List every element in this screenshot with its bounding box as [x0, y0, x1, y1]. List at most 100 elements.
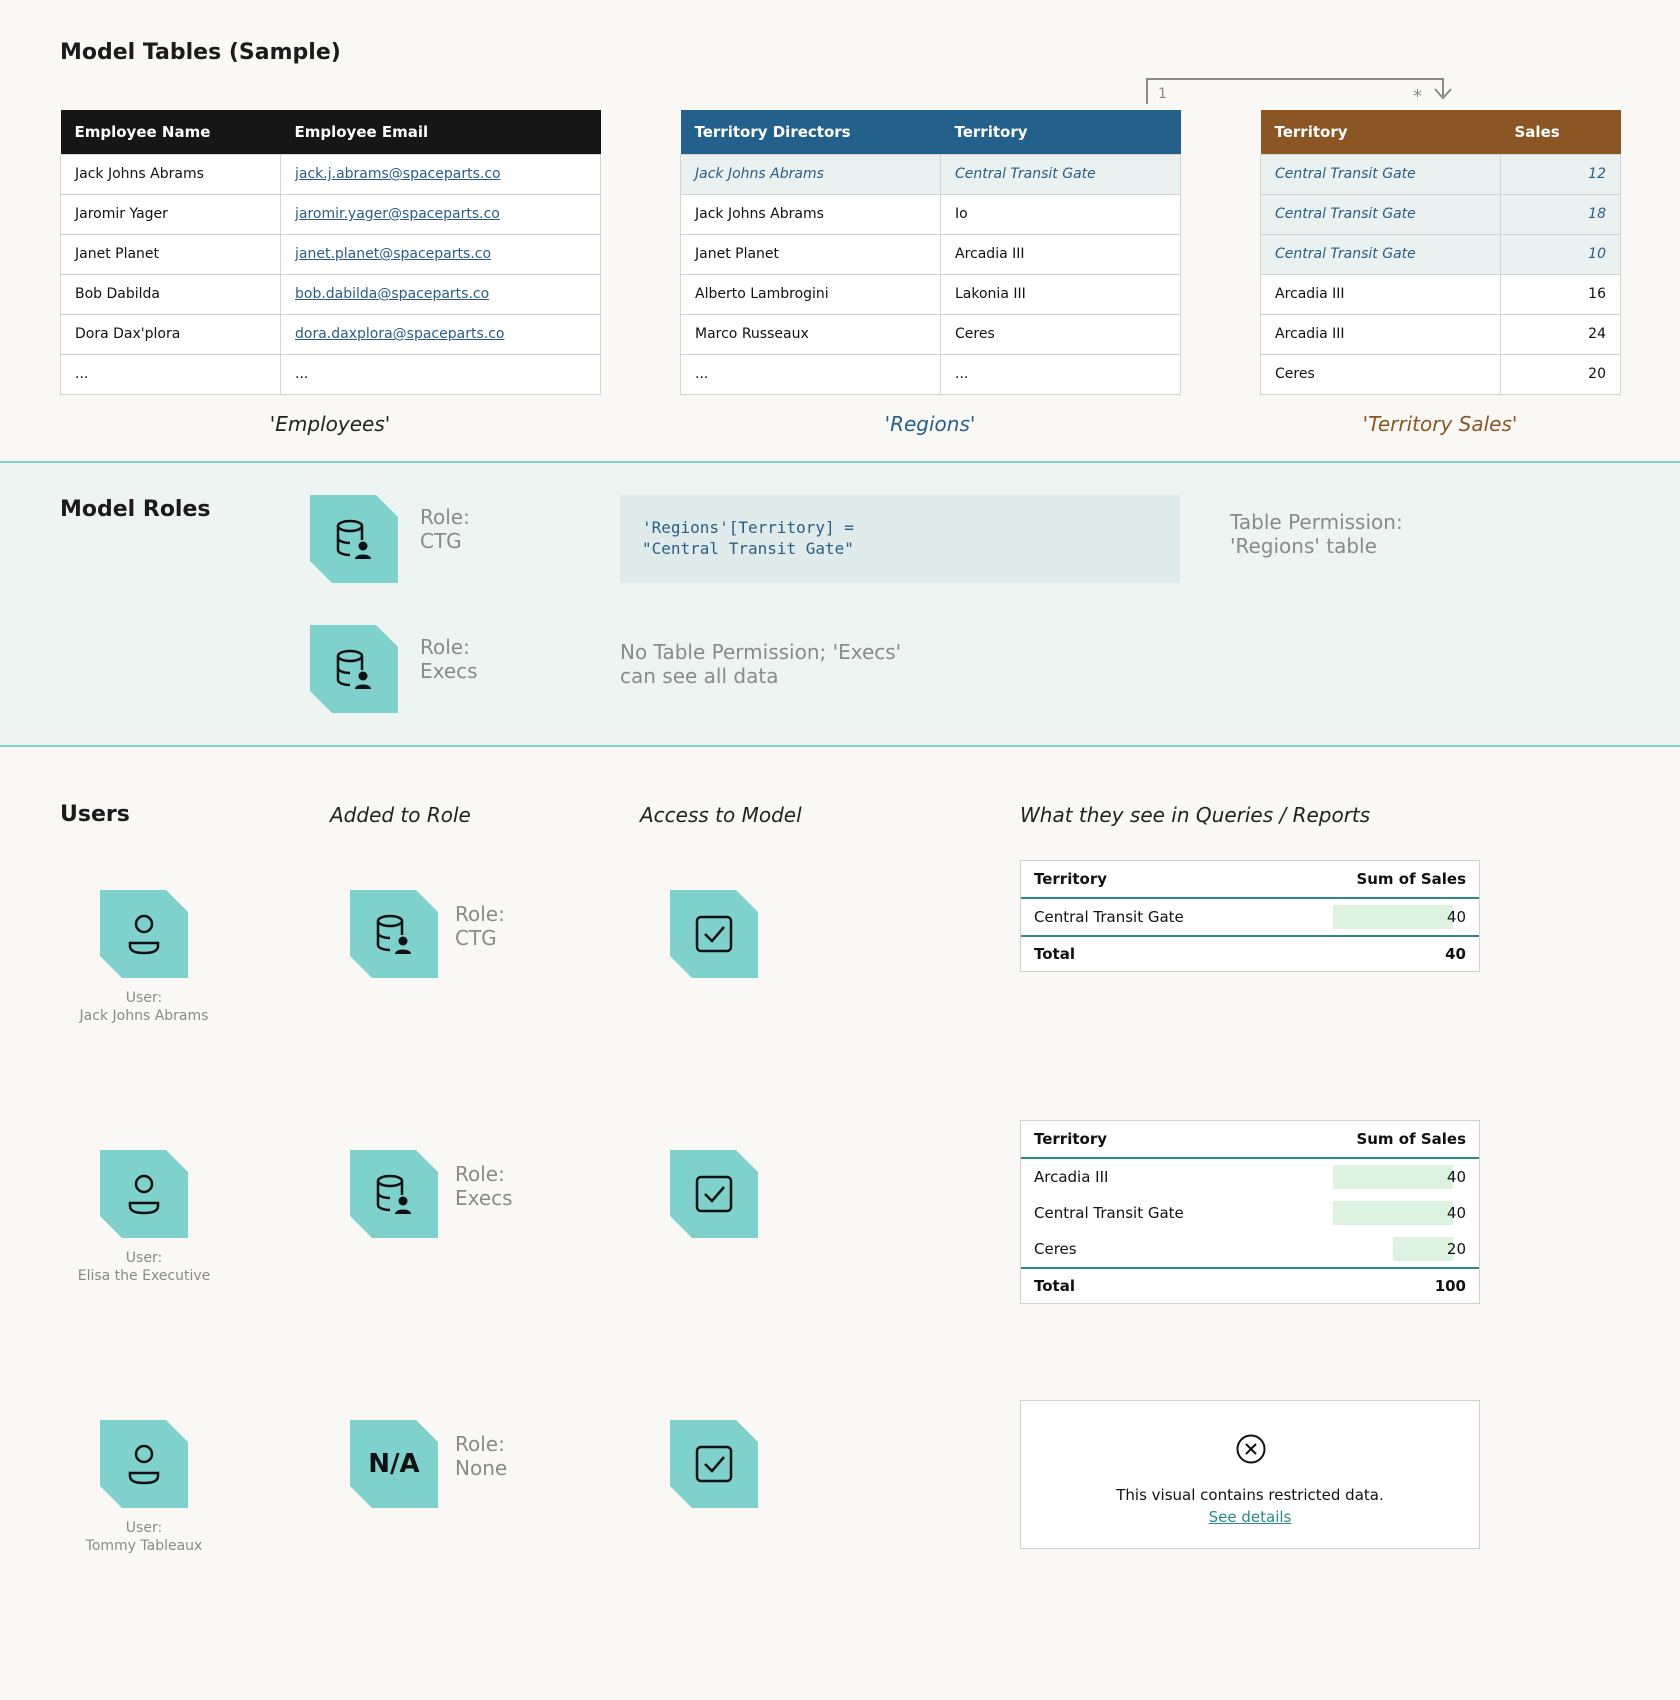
relationship-one-label: 1	[1158, 86, 1167, 102]
col-added-to-role: Added to Role	[330, 803, 471, 827]
sales-value: 20	[1500, 353, 1621, 395]
role-label-prefix: Role:	[420, 635, 470, 659]
role-label-name: None	[455, 1456, 508, 1480]
sales-value: 10	[1500, 233, 1621, 275]
sales-territory: Arcadia III	[1260, 273, 1501, 315]
table-row: Ceres 20	[1260, 353, 1621, 395]
sales-territory: Central Transit Gate	[1260, 233, 1501, 275]
role-execs-label: Role: Execs	[420, 635, 478, 683]
user-label: User: Jack Johns Abrams	[44, 989, 244, 1025]
region-director: Alberto Lambrogini	[680, 273, 941, 315]
sales-value: 16	[1500, 273, 1621, 315]
employee-email-link[interactable]: jack.j.abrams@spaceparts.co	[295, 166, 501, 182]
user-label: User: Elisa the Executive	[44, 1249, 244, 1285]
no-permission-line-2: can see all data	[620, 664, 779, 688]
database-user-icon	[376, 914, 411, 954]
employee-email: ...	[280, 353, 601, 395]
close-circle-icon	[1236, 1434, 1266, 1464]
employee-name: ...	[60, 353, 281, 395]
visual-header: Territory Sum of Sales	[1021, 861, 1479, 899]
sales-value: 24	[1500, 313, 1621, 355]
visual-row-value: 40	[1446, 908, 1466, 926]
user-icon	[128, 1444, 160, 1485]
region-territory: Ceres	[940, 313, 1181, 355]
filter-line-1: 'Regions'[Territory] =	[642, 518, 854, 537]
restricted-visual: This visual contains restricted data. Se…	[1020, 1400, 1480, 1549]
region-territory: ...	[940, 353, 1181, 395]
user-tile	[100, 1150, 188, 1238]
user-name: Tommy Tableaux	[85, 1538, 203, 1554]
database-user-icon	[336, 649, 371, 689]
data-bar	[1333, 1165, 1453, 1189]
region-director: Jack Johns Abrams	[680, 193, 941, 235]
region-director: Janet Planet	[680, 233, 941, 275]
employee-email-link[interactable]: jaromir.yager@spaceparts.co	[295, 206, 500, 222]
region-director: Jack Johns Abrams	[680, 153, 941, 195]
visual-row-label: Ceres	[1034, 1240, 1077, 1258]
table-row: ......	[60, 353, 601, 395]
table-row: Arcadia III 40	[1021, 1159, 1479, 1195]
region-director: Marco Russeaux	[680, 313, 941, 355]
employees-header-email: Employee Email	[294, 122, 429, 141]
territory-sales-caption: 'Territory Sales'	[1362, 412, 1518, 436]
checkbox-checked-icon	[695, 1445, 733, 1483]
user-tile	[100, 1420, 188, 1508]
table-row: Central Transit Gate 40	[1021, 899, 1479, 935]
role-label-prefix: Role:	[455, 1162, 505, 1186]
table-row: Jaromir Yager jaromir.yager@spaceparts.co	[60, 193, 601, 235]
col-access-to-model: Access to Model	[640, 803, 802, 827]
user-role-tile	[350, 1150, 438, 1238]
employee-email-link[interactable]: bob.dabilda@spaceparts.co	[295, 286, 489, 302]
na-label: N/A	[368, 1449, 420, 1479]
sales-territory: Central Transit Gate	[1260, 193, 1501, 235]
no-permission-line-1: No Table Permission; 'Execs'	[620, 640, 902, 664]
visual-total-row: Total 100	[1021, 1267, 1479, 1303]
employees-table: Employee Name Employee Email Jack Johns …	[60, 110, 601, 395]
visual-header-territory: Territory	[1034, 870, 1108, 888]
table-row: Janet Planet janet.planet@spaceparts.co	[60, 233, 601, 275]
table-row: Central Transit Gate 18	[1260, 193, 1621, 235]
restricted-message: This visual contains restricted data.	[1116, 1486, 1384, 1504]
sales-header-sales: Sales	[1514, 122, 1560, 141]
employee-name: Janet Planet	[60, 233, 281, 275]
user-label-prefix: User:	[125, 1250, 163, 1266]
table-row: Jack Johns Abrams Central Transit Gate	[680, 153, 1181, 195]
table-permission-note: Table Permission: 'Regions' table	[1230, 510, 1403, 558]
database-user-icon	[376, 1174, 411, 1214]
see-details-link[interactable]: See details	[1209, 1508, 1292, 1526]
role-label-prefix: Role:	[420, 505, 470, 529]
role-label-prefix: Role:	[455, 1432, 505, 1456]
role-ctg-label: Role: CTG	[420, 505, 470, 553]
table-row: ......	[680, 353, 1181, 395]
regions-header-directors: Territory Directors	[694, 122, 851, 141]
table-row: Alberto Lambrogini Lakonia III	[680, 273, 1181, 315]
user-role-tile	[350, 890, 438, 978]
employee-name: Bob Dabilda	[60, 273, 281, 315]
access-tile	[670, 1420, 758, 1508]
filter-line-2: "Central Transit Gate"	[642, 539, 854, 558]
data-bar	[1333, 905, 1453, 929]
visual-header-sum: Sum of Sales	[1356, 870, 1466, 888]
employee-email-link[interactable]: dora.daxplora@spaceparts.co	[295, 326, 504, 342]
data-bar	[1393, 1237, 1453, 1261]
sales-header-territory: Territory	[1274, 122, 1348, 141]
user-label: User: Tommy Tableaux	[44, 1519, 244, 1555]
region-territory: Io	[940, 193, 1181, 235]
access-tile	[670, 890, 758, 978]
visual-row-value: 20	[1446, 1240, 1466, 1258]
data-bar	[1333, 1201, 1453, 1225]
relationship-connector	[1146, 78, 1452, 104]
role-label-prefix: Role:	[455, 902, 505, 926]
table-row: Marco Russeaux Ceres	[680, 313, 1181, 355]
role-tile-execs	[310, 625, 398, 713]
employee-name: Jaromir Yager	[60, 193, 281, 235]
table-row: Ceres 20	[1021, 1231, 1479, 1267]
sales-value: 18	[1500, 193, 1621, 235]
permission-line-1: Table Permission:	[1230, 510, 1403, 534]
user-role-label: Role: Execs	[455, 1162, 513, 1210]
employee-email-link[interactable]: janet.planet@spaceparts.co	[295, 246, 491, 262]
employees-header-name: Employee Name	[74, 122, 211, 141]
role-label-name: CTG	[420, 529, 462, 553]
table-row: Jack Johns Abrams jack.j.abrams@spacepart…	[60, 153, 601, 195]
role-filter-expression: 'Regions'[Territory] = "Central Transit G…	[620, 495, 1180, 583]
